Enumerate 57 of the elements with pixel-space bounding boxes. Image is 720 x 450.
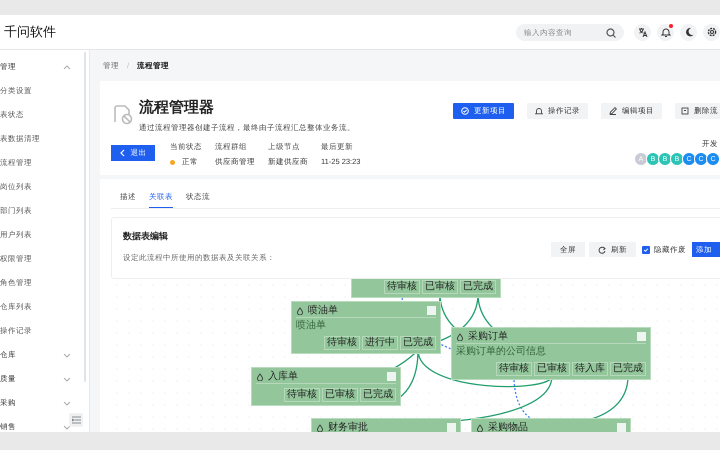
table-node[interactable]: 入库单 待审核 已审核 已完成 xyxy=(251,367,401,406)
node-menu-button[interactable] xyxy=(617,423,626,432)
drop-icon xyxy=(316,424,324,432)
node-menu-button[interactable] xyxy=(387,372,396,381)
drop-icon xyxy=(296,306,304,314)
app-title: 千问软件 xyxy=(4,23,56,41)
table-node[interactable]: 采购物品 xyxy=(471,418,631,432)
node-description: 采购订单的公司信息 xyxy=(456,346,547,358)
node-menu-button[interactable] xyxy=(427,306,436,315)
moon-icon xyxy=(684,27,694,37)
drop-icon xyxy=(256,372,264,380)
table-node[interactable]: 采购订单 采购订单的公司信息 待审核 已审核 待入库 已完成 xyxy=(451,327,651,380)
port-tag[interactable]: 待审核 xyxy=(384,280,420,294)
node-title: 喷油单 xyxy=(308,304,339,316)
table-node[interactable]: 财务审批 xyxy=(311,418,461,432)
chevron-left-icon xyxy=(120,149,124,157)
drop-icon xyxy=(476,424,484,432)
node-menu-button[interactable] xyxy=(637,332,646,341)
toolbar-button[interactable] xyxy=(657,24,674,40)
trash-icon xyxy=(681,107,689,115)
pencil-icon xyxy=(609,107,617,115)
port-tag[interactable]: 待审核 xyxy=(324,336,360,350)
toolbar-button[interactable] xyxy=(680,24,697,40)
port-tag[interactable]: 待审核 xyxy=(496,362,532,376)
port-tag[interactable]: 已审核 xyxy=(422,280,458,294)
toolbar-button[interactable] xyxy=(634,24,651,40)
settings-icon xyxy=(706,27,716,37)
node-menu-button[interactable] xyxy=(447,423,456,432)
node-title: 采购订单 xyxy=(468,330,509,342)
node-title: 财务审批 xyxy=(328,422,369,432)
checkbox[interactable] xyxy=(642,246,650,254)
page-title: 流程管理器 xyxy=(139,99,215,117)
port-tag[interactable]: 已完成 xyxy=(460,280,496,294)
table-node[interactable]: 喷油单 喷油单 待审核 进行中 已完成 xyxy=(291,301,441,354)
node-description: 喷油单 xyxy=(296,320,327,332)
bell-icon xyxy=(660,27,670,37)
section-title: 数据表编辑 xyxy=(123,230,169,243)
table-node[interactable]: 待审核 已审核 已完成 xyxy=(351,279,501,298)
port-tag[interactable]: 已完成 xyxy=(360,388,396,402)
port-tag[interactable]: 待入库 xyxy=(572,362,608,376)
port-tag[interactable]: 进行中 xyxy=(362,336,398,350)
document-icon xyxy=(111,103,133,125)
port-tag[interactable]: 已完成 xyxy=(400,336,436,350)
refresh-icon xyxy=(598,246,606,254)
toolbar-button[interactable] xyxy=(703,24,720,40)
translate-icon xyxy=(638,27,648,37)
check-circle-icon xyxy=(461,107,469,115)
node-title: 采购物品 xyxy=(488,422,529,432)
search-icon xyxy=(606,28,616,38)
node-title: 入库单 xyxy=(268,370,299,382)
port-tag[interactable]: 已审核 xyxy=(322,388,358,402)
bell-icon xyxy=(535,107,543,115)
drop-icon xyxy=(456,332,464,340)
port-tag[interactable]: 已完成 xyxy=(610,362,646,376)
port-tag[interactable]: 已审核 xyxy=(534,362,570,376)
collapse-icon[interactable] xyxy=(69,413,83,427)
port-tag[interactable]: 待审核 xyxy=(284,388,320,402)
